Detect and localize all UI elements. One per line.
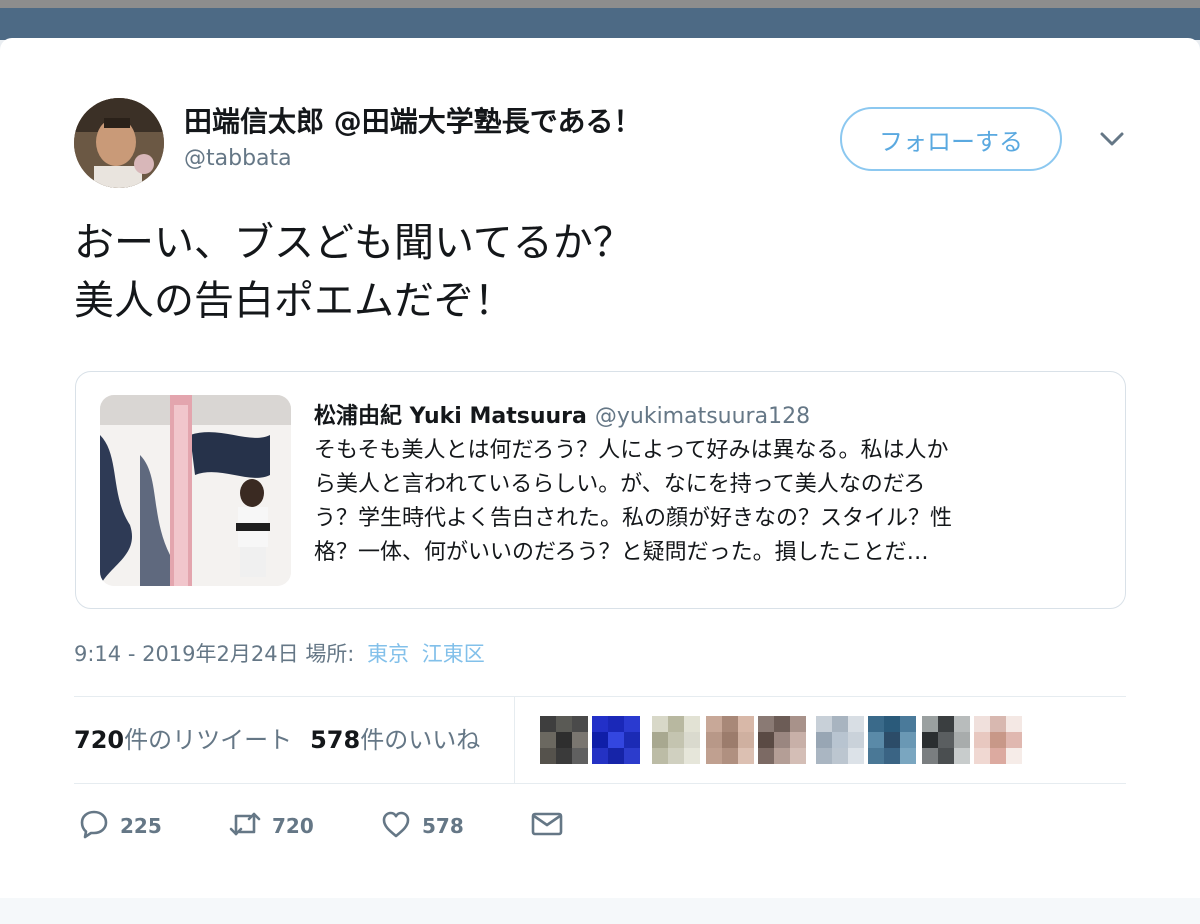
like-button[interactable]: 578: [380, 808, 464, 844]
liker-avatar[interactable]: [974, 716, 1022, 764]
tweet-timestamp[interactable]: 9:14 - 2019年2月24日: [74, 642, 299, 666]
location-label: 場所:: [305, 642, 355, 666]
author-name[interactable]: 田端信太郎 @田端大学塾長である！: [184, 100, 641, 140]
tweet-metadata: 9:14 - 2019年2月24日 場所: 東京 江東区: [74, 638, 485, 668]
tweet-text-line: おーい、ブスども聞いてるか？: [74, 220, 633, 266]
window-chrome-strip: [0, 0, 1200, 8]
liker-avatar[interactable]: [816, 716, 864, 764]
quoted-text-line: 格？一体、何がいいのだろう？と疑問だった。損したことだ…: [314, 540, 929, 565]
liker-avatar[interactable]: [758, 716, 806, 764]
quoted-author-name[interactable]: 松浦由紀 Yuki Matsuura: [314, 404, 587, 429]
author-avatar[interactable]: [74, 98, 164, 188]
like-stat-label: 件のいいね: [360, 726, 481, 754]
reply-icon: [78, 808, 110, 844]
retweet-stat[interactable]: 720件のリツイート: [74, 726, 292, 754]
retweet-stat-label: 件のリツイート: [124, 726, 293, 754]
liker-avatar[interactable]: [652, 716, 700, 764]
liker-avatar[interactable]: [868, 716, 916, 764]
reply-button[interactable]: 225: [78, 808, 162, 844]
follow-button[interactable]: フォローする: [840, 107, 1062, 171]
liker-avatar[interactable]: [706, 716, 754, 764]
quoted-tweet-text: そもそも美人とは何だろう？人によって好みは異なる。私は人か ら美人と言われている…: [314, 434, 1084, 570]
quoted-text-line: そもそも美人とは何だろう？人によって好みは異なる。私は人か: [314, 438, 949, 463]
location-link-koto[interactable]: 江東区: [422, 642, 485, 666]
retweet-button[interactable]: 720: [228, 808, 314, 844]
quoted-text-line: う？学生時代よく告白された。私の顔が好きなの？スタイル？性: [314, 506, 953, 531]
divider: [74, 783, 1126, 784]
author-handle[interactable]: @tabbata: [184, 146, 292, 171]
liker-avatar[interactable]: [592, 716, 640, 764]
divider: [74, 696, 1126, 697]
chevron-down-icon[interactable]: [1096, 126, 1128, 154]
like-count: 578: [422, 814, 464, 838]
location-link-tokyo[interactable]: 東京: [367, 642, 409, 666]
divider-vertical: [514, 697, 515, 783]
page-footer-band: [0, 898, 1200, 924]
liker-avatar[interactable]: [540, 716, 588, 764]
quoted-tweet[interactable]: 松浦由紀 Yuki Matsuura @yukimatsuura128 そもそも美…: [75, 371, 1126, 609]
like-stat-count: 578: [310, 726, 361, 754]
quoted-tweet-image: [100, 395, 291, 586]
tweet-text-line: 美人の告白ポエムだぞ！: [74, 278, 514, 324]
like-stat[interactable]: 578件のいいね: [310, 726, 480, 754]
reply-count: 225: [120, 814, 162, 838]
engagement-stats: 720件のリツイート 578件のいいね: [74, 720, 480, 755]
tweet-text: おーい、ブスども聞いてるか？ 美人の告白ポエムだぞ！: [74, 214, 633, 330]
retweet-icon: [228, 808, 262, 844]
liker-avatar[interactable]: [922, 716, 970, 764]
quoted-text-line: ら美人と言われているらしい。が、なにを持って美人なのだろ: [314, 472, 926, 497]
envelope-icon: [530, 808, 564, 844]
quoted-tweet-header: 松浦由紀 Yuki Matsuura @yukimatsuura128: [314, 398, 810, 430]
retweet-count: 720: [272, 814, 314, 838]
heart-icon: [380, 808, 412, 844]
retweet-stat-count: 720: [74, 726, 125, 754]
quoted-author-handle[interactable]: @yukimatsuura128: [595, 404, 810, 429]
direct-message-button[interactable]: [530, 808, 564, 844]
